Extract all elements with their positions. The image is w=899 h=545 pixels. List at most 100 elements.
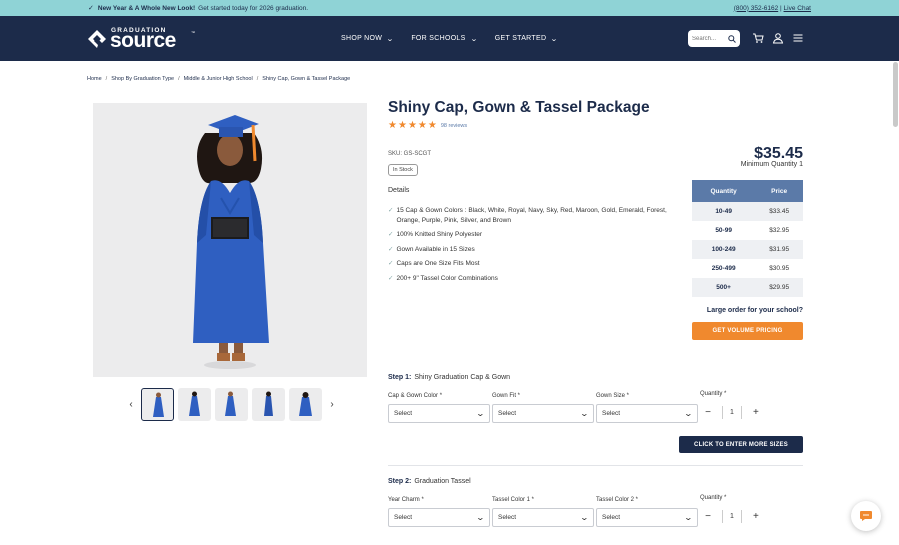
thumbnail-image [299,392,312,416]
list-item: ✓ 100% Knitted Shiny Polyester [388,230,688,240]
thumbnail-image [264,391,273,416]
stock-badge: In Stock [388,164,418,176]
minimum-quantity: Minimum Quantity 1 [740,161,803,168]
table-header: Quantity [692,180,756,202]
menu-shop-now[interactable]: SHOP NOW ⌄ [341,35,394,43]
select-value: Select [602,410,621,417]
cart-icon[interactable] [752,32,764,44]
tassel-color-1-select[interactable]: Select ⌄ [492,508,594,527]
menu-get-started[interactable]: GET STARTED ⌄ [495,35,558,43]
menu-icon[interactable] [792,32,804,44]
chat-bubble-icon [860,511,872,521]
stepper-divider [722,406,724,419]
select-value: Select [602,514,621,521]
search-input[interactable] [692,35,726,42]
phone-link[interactable]: (800) 352-6162 [734,5,778,12]
minus-icon[interactable]: − [701,511,715,522]
product-title: Shiny Cap, Gown & Tassel Package [388,99,650,116]
qty-cell: 10-49 [692,202,756,221]
thumbnail-image [153,392,164,417]
live-chat-link[interactable]: Live Chat [784,5,811,12]
gown-size-select[interactable]: Select ⌄ [596,404,698,423]
stepper-divider [740,510,742,523]
price-cell: $31.95 [755,240,803,259]
qty-cell: 100-249 [692,240,756,259]
quantity-value[interactable]: 1 [730,409,734,416]
main-nav: GRADUATION source ™ SHOP NOW ⌄ FOR SCHOO… [0,16,899,61]
list-item: ✓ 200+ 9" Tassel Color Combinations [388,274,688,284]
product-main-image[interactable] [93,103,367,377]
detail-text: 100% Knitted Shiny Polyester [396,231,483,238]
search-box[interactable] [688,30,740,47]
step1-name: Shiny Graduation Cap & Gown [414,374,511,381]
list-item: ✓ Gown Available in 15 Sizes [388,245,688,255]
table-header: Price [755,180,803,202]
menu-for-schools[interactable]: FOR SCHOOLS ⌄ [411,35,477,43]
account-icon[interactable] [772,32,784,44]
list-item: ✓ 15 Cap & Gown Colors : Black, White, Ro… [388,206,688,225]
site-logo[interactable]: GRADUATION source ™ [87,24,197,54]
volume-pricing-button[interactable]: GET VOLUME PRICING [692,322,803,340]
thumbnail-image [189,391,200,416]
table-row: 10-49 $33.45 [692,202,803,221]
search-icon[interactable] [728,34,736,43]
chevron-down-icon: ⌄ [475,513,486,522]
detail-text: Caps are One Size Fits Most [396,260,480,267]
breadcrumb-separator: / [256,76,259,82]
chevron-right-icon[interactable]: › [326,399,338,410]
plus-icon[interactable]: + [749,511,763,522]
check-icon: ✓ [388,274,394,282]
price-cell: $29.95 [755,278,803,297]
thumbnail-3[interactable] [215,388,248,421]
select-value: Select [394,410,413,417]
check-icon: ✓ [88,5,94,12]
product-rating[interactable]: ★ ★ ★ ★ ★ 98 reviews [388,121,467,131]
gown-fit-select[interactable]: Select ⌄ [492,404,594,423]
qty-cell: 500+ [692,278,756,297]
breadcrumb-home[interactable]: Home [87,76,102,82]
chat-widget-button[interactable] [851,501,881,531]
menu-label: FOR SCHOOLS [411,35,466,42]
scrollbar[interactable] [893,62,898,127]
enter-more-sizes-button[interactable]: CLICK TO ENTER MORE SIZES [679,436,803,453]
select-value: Select [498,410,517,417]
cap-gown-color-select[interactable]: Select ⌄ [388,404,490,423]
step2-label: Step 2: [388,478,412,485]
breadcrumb: Home / Shop By Graduation Type / Middle … [87,76,350,82]
detail-text: 200+ 9" Tassel Color Combinations [396,274,498,282]
chevron-down-icon: ⌄ [475,409,486,418]
thumbnail-1[interactable] [141,388,174,421]
chevron-down-icon: ⌄ [579,409,590,418]
details-list: ✓ 15 Cap & Gown Colors : Black, White, Ro… [388,206,688,288]
reviews-link[interactable]: 98 reviews [441,123,467,129]
quantity-label: Quantity * [700,495,727,501]
table-row: 500+ $29.95 [692,278,803,297]
chevron-down-icon: ⌄ [550,35,559,43]
year-charm-select[interactable]: Select ⌄ [388,508,490,527]
star-icon: ★ [397,120,407,131]
tassel-color-2-select[interactable]: Select ⌄ [596,508,698,527]
check-icon: ✓ [388,231,394,238]
plus-icon[interactable]: + [749,407,763,418]
step2-name: Graduation Tassel [414,478,471,485]
minus-icon[interactable]: − [701,407,715,418]
breadcrumb-separator: / [105,76,108,82]
breadcrumb-separator: / [178,76,180,82]
step1-heading: Step 1: Shiny Graduation Cap & Gown [388,374,510,381]
check-icon: ✓ [388,207,394,214]
chevron-left-icon[interactable]: ‹ [125,399,137,410]
gown-fit-label: Gown Fit * [492,393,521,399]
thumbnail-2[interactable] [178,388,211,421]
announcement-headline: New Year & A Whole New Look! [97,4,196,12]
details-heading: Details [388,187,410,194]
breadcrumb-middle-junior[interactable]: Middle & Junior High School [184,76,253,82]
table-row: 100-249 $31.95 [692,240,803,259]
quantity-value[interactable]: 1 [730,513,734,520]
breadcrumb-shop-by-type[interactable]: Shop By Graduation Type [111,76,174,82]
star-icon: ★ [388,120,397,131]
announcement-text: Get started today for 2026 graduation. [198,4,309,12]
thumbnail-5[interactable] [289,388,322,421]
chevron-down-icon: ⌄ [683,513,694,522]
star-icon: ★ [407,120,417,131]
thumbnail-4[interactable] [252,388,285,421]
